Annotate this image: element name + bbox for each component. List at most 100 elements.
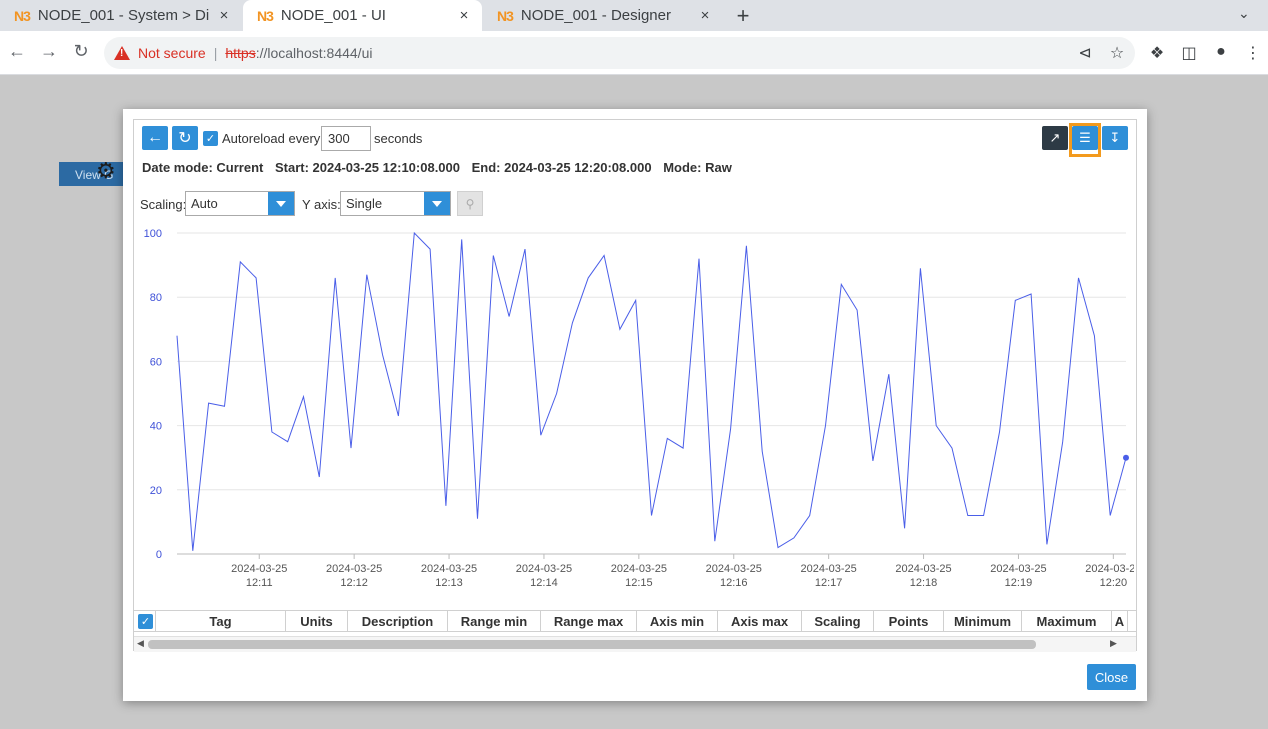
column-header[interactable]: Tag [156,611,286,632]
x-tick-time: 12:16 [720,577,748,589]
y-tick-label: 100 [144,228,162,240]
chevron-down-icon [424,192,450,215]
browser-toolbar: ← → ↻ Not secure | https://localhost:844… [0,31,1268,75]
column-header[interactable]: Axis min [637,611,718,632]
scaling-value: Auto [191,196,218,211]
select-all-checkbox[interactable]: ✓ [138,614,153,629]
address-bar[interactable]: Not secure | https://localhost:8444/ui [104,37,1135,69]
chart-view-button[interactable]: ↗ [1042,126,1068,150]
tab-title: NODE_001 - UI [280,7,386,24]
extensions-icon[interactable]: ❖ [1147,43,1167,63]
trend-mode: Mode: Raw [663,160,732,175]
scaling-label: Scaling: [140,197,187,212]
highlight-frame [1069,123,1101,157]
close-icon[interactable]: × [216,7,232,24]
start-time: Start: 2024-03-25 12:10:08.000 [274,160,460,175]
yaxis-label: Y axis: [302,197,341,212]
n3-logo-icon: N3 [497,7,514,24]
x-tick-date: 2024-03-25 [706,563,762,575]
star-icon[interactable]: ☆ [1107,43,1127,63]
url-host-prefix: ://localhost [255,45,323,61]
column-header[interactable]: Scaling [802,611,874,632]
x-tick-time: 12:12 [340,577,368,589]
y-tick-label: 60 [150,356,162,368]
browser-tab-bar: N3 NODE_001 - System > Di × N3 NODE_001 … [0,0,1268,31]
download-icon: ↧ [1109,130,1121,145]
y-tick-label: 0 [156,549,162,561]
profile-icon[interactable]: ● [1211,43,1231,61]
trend-info: Date mode: Current Start: 2024-03-25 12:… [142,160,740,175]
date-mode: Date mode: Current [142,160,264,175]
url-scheme: https [225,45,256,61]
yaxis-value: Single [346,196,383,211]
reload-icon[interactable]: ↻ [70,41,92,62]
checkmark-icon: ✓ [140,616,151,628]
x-tick-time: 12:20 [1100,577,1128,589]
security-status[interactable]: Not secure [138,45,206,61]
close-icon[interactable]: × [456,7,472,24]
column-header[interactable]: Maximum [1022,611,1112,632]
n3-logo-icon: N3 [257,7,274,24]
select-all-cell: ✓ [134,611,156,632]
gear-icon[interactable]: ⚙ [96,158,116,184]
column-header[interactable]: Range min [448,611,541,632]
column-header[interactable]: Range max [541,611,637,632]
table-horizontal-scrollbar[interactable]: ◀ ▶ [134,636,1136,652]
x-tick-time: 12:11 [246,577,273,589]
close-button[interactable]: Close [1087,664,1136,690]
n3-logo-icon: N3 [14,7,31,24]
x-tick-time: 12:14 [530,577,558,589]
yaxis-select[interactable]: Single [340,191,451,216]
warning-icon [114,46,130,60]
chevron-down-icon [268,192,294,215]
y-tick-label: 80 [150,292,162,304]
column-header[interactable]: Description [348,611,448,632]
y-tick-label: 40 [150,421,162,433]
x-tick-time: 12:15 [625,577,653,589]
series-line [176,231,1127,551]
trend-chart[interactable]: 0 20 40 60 80 100 2024-03-25 12:11 2024-03-25 12:… [134,225,1134,600]
chevron-down-icon[interactable]: ⌄ [1238,5,1250,22]
back-arrow-icon: ← [147,129,163,146]
share-icon[interactable]: ⊲ [1075,43,1095,63]
new-tab-button[interactable]: + [733,3,753,29]
refresh-button[interactable]: ↻ [172,126,198,150]
scrollbar-thumb[interactable] [148,640,1036,649]
y-tick-label: 20 [150,485,162,497]
tab-title: NODE_001 - Designer [520,7,671,24]
forward-arrow-icon[interactable]: → [38,41,60,62]
zoom-icon: ⚲ [465,196,475,211]
back-arrow-icon[interactable]: ← [6,41,28,62]
x-tick-date: 2024-03-25 [421,563,477,575]
column-header[interactable]: Minimum [944,611,1022,632]
x-tick-date: 2024-03-25 [1085,563,1134,575]
autoreload-interval-input[interactable]: 300 [321,126,371,151]
browser-tab-designer[interactable]: N3 NODE_001 - Designer × [483,0,723,31]
last-point-marker [1123,454,1129,461]
refresh-icon: ↻ [178,130,192,147]
sidebar-icon[interactable]: ◫ [1179,43,1199,63]
x-tick-date: 2024-03-25 [326,563,382,575]
chart-icon: ↗ [1049,130,1061,145]
more-menu-icon[interactable]: ⋮ [1243,43,1263,63]
browser-tab-ui[interactable]: N3 NODE_001 - UI × [243,0,482,31]
column-header[interactable]: A [1112,611,1128,632]
scroll-right-icon[interactable]: ▶ [1110,638,1117,649]
column-header[interactable]: Axis max [718,611,802,632]
column-header[interactable]: Points [874,611,944,632]
checkmark-icon: ✓ [205,133,216,145]
zoom-reset-button[interactable]: ⚲ [457,191,483,216]
scroll-left-icon[interactable]: ◀ [137,638,144,649]
autoreload-checkbox[interactable]: ✓ [203,131,218,146]
tag-table-header: ✓ Tag Units Description Range min Range max A… [134,610,1136,632]
scaling-select[interactable]: Auto [185,191,295,216]
x-tick-date: 2024-03-25 [516,563,572,575]
autoreload-label: Autoreload every [222,131,321,146]
column-header[interactable]: Units [286,611,348,632]
back-button[interactable]: ← [142,126,168,150]
browser-tab-system[interactable]: N3 NODE_001 - System > Di × [0,0,242,31]
download-button[interactable]: ↧ [1102,126,1128,150]
x-tick-time: 12:13 [435,577,463,589]
end-time: End: 2024-03-25 12:20:08.000 [471,160,652,175]
close-icon[interactable]: × [697,7,713,24]
